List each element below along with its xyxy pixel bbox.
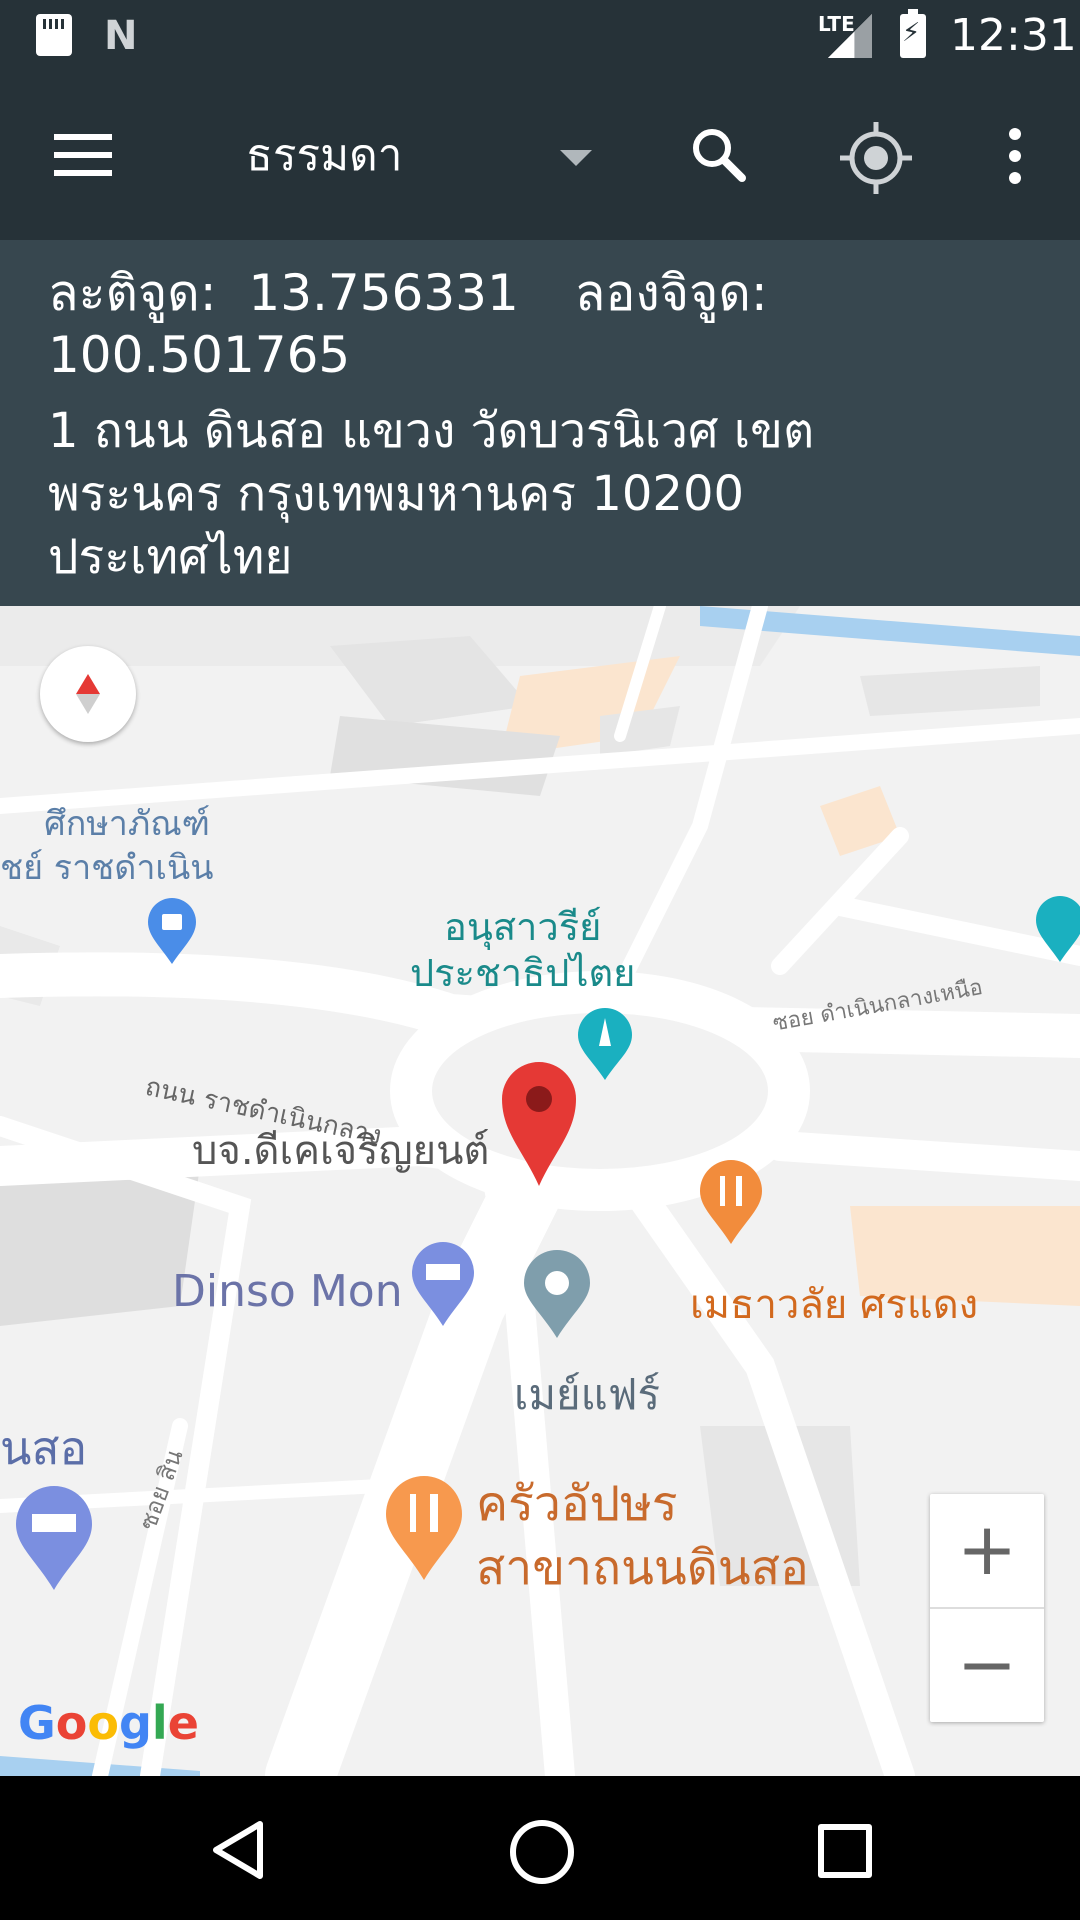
map-label-restaurant-2: ครัวอัปษร สาขาถนนดินสอ bbox=[476, 1476, 809, 1596]
map-label-museum: ศึกษาภัณฑ์ ชย์ ราชดำเนิน bbox=[0, 804, 214, 888]
map-type-spinner[interactable]: ธรรมดา bbox=[246, 128, 402, 184]
map-label-company: บจ.ดีเคเจริญยนต์ bbox=[192, 1128, 490, 1174]
overflow-menu-icon[interactable] bbox=[1004, 128, 1026, 184]
home-icon[interactable] bbox=[510, 1820, 574, 1884]
n-logo-icon: N bbox=[104, 13, 138, 59]
zoom-in-button[interactable]: + bbox=[930, 1494, 1044, 1609]
system-nav-bar bbox=[0, 1776, 1080, 1920]
map-label-dinso: นสอ bbox=[0, 1421, 88, 1475]
zoom-out-button[interactable]: − bbox=[930, 1609, 1044, 1722]
address-text: 1 ถนน ดินสอ แขวง วัดบวรนิเวศ เขต พระนคร … bbox=[48, 403, 815, 585]
place-pin-icon[interactable] bbox=[524, 1250, 590, 1340]
app-toolbar: ธรรมดา bbox=[0, 72, 1080, 240]
menu-icon[interactable] bbox=[54, 134, 112, 176]
sd-card-icon bbox=[36, 14, 72, 56]
clock: 12:31 bbox=[950, 10, 1077, 61]
map-tiles bbox=[0, 606, 1080, 1776]
dropdown-arrow-icon[interactable] bbox=[560, 150, 592, 166]
longitude-value: 100.501765 bbox=[48, 326, 351, 384]
compass-button[interactable] bbox=[40, 646, 136, 742]
recents-icon[interactable] bbox=[818, 1824, 872, 1878]
map-label-monument: อนุสาวรีย์ ประชาธิปไตย bbox=[410, 905, 636, 995]
my-location-icon[interactable] bbox=[838, 120, 914, 196]
latitude-label: ละติจูด: bbox=[48, 264, 217, 322]
monument-pin-icon[interactable] bbox=[578, 1008, 632, 1082]
search-icon[interactable] bbox=[690, 126, 746, 182]
location-info-panel: ละติจูด: 13.756331 ลองจิจูด: 100.501765 … bbox=[0, 240, 1080, 606]
status-bar: N LTE 12:31 bbox=[0, 0, 1080, 72]
shopping-pin-icon[interactable] bbox=[148, 898, 196, 966]
signal-icon bbox=[828, 14, 872, 58]
mall-pin-icon[interactable] bbox=[1036, 896, 1080, 964]
zoom-controls: + − bbox=[930, 1494, 1044, 1722]
map-label-hotel: Dinso Mon bbox=[172, 1266, 403, 1317]
selected-location-marker-icon[interactable] bbox=[502, 1062, 576, 1188]
google-logo: Google bbox=[18, 1696, 199, 1750]
back-icon[interactable] bbox=[210, 1820, 264, 1880]
longitude-label: ลองจิจูด: bbox=[574, 264, 768, 322]
coordinates: ละติจูด: 13.756331 ลองจิจูด: 100.501765 bbox=[48, 262, 1048, 386]
battery-charging-icon bbox=[900, 9, 926, 58]
hotel-pin-icon[interactable] bbox=[412, 1242, 474, 1328]
restaurant-pin-icon[interactable] bbox=[700, 1160, 762, 1246]
map-view[interactable]: ศึกษาภัณฑ์ ชย์ ราชดำเนิน อนุสาวรีย์ ประช… bbox=[0, 606, 1080, 1776]
map-label-restaurant: เมธาวลัย ศรแดง bbox=[690, 1282, 979, 1328]
restaurant-pin-icon-2[interactable] bbox=[386, 1476, 462, 1582]
hotel-pin-icon-2[interactable] bbox=[16, 1486, 92, 1592]
map-label-mayfair: เมย์แฟร์ bbox=[514, 1370, 661, 1419]
latitude-value: 13.756331 bbox=[248, 264, 519, 322]
